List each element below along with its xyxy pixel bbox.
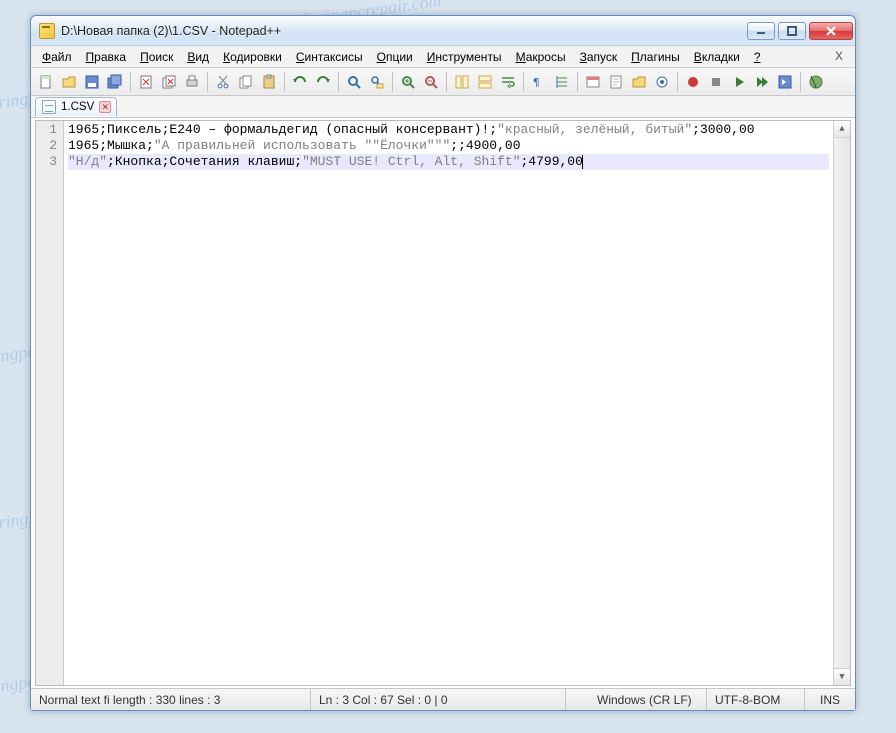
file-icon [42,100,56,114]
save-icon[interactable] [81,71,103,93]
undo-icon[interactable] [289,71,311,93]
menu-macro[interactable]: Макросы [509,46,573,67]
line-number: 2 [40,138,57,154]
show-all-chars-icon[interactable]: ¶ [528,71,550,93]
new-file-icon[interactable] [35,71,57,93]
line-gutter: 123 [36,121,64,685]
line-number: 1 [40,122,57,138]
paste-icon[interactable] [258,71,280,93]
close-button[interactable] [809,22,853,40]
toolbar-separator [677,72,678,92]
replace-icon[interactable] [366,71,388,93]
editor[interactable]: 123 1965;Пиксель;E240 – формальдегид (оп… [35,120,851,686]
scroll-up-icon[interactable]: ▲ [834,121,850,138]
app-window: D:\Новая папка (2)\1.CSV - Notepad++ Фай… [30,15,856,711]
text-cursor [582,155,583,169]
play-multi-icon[interactable] [751,71,773,93]
doc-map-icon[interactable] [605,71,627,93]
menu-plugins[interactable]: Плагины [624,46,687,67]
tab-1csv[interactable]: 1.CSV ✕ [35,97,117,117]
code-line[interactable]: "Н/д";Кнопка;Сочетания клавиш;"MUST USE!… [68,154,829,170]
toolbar-separator [523,72,524,92]
titlebar[interactable]: D:\Новая папка (2)\1.CSV - Notepad++ [31,16,855,46]
tabbar: 1.CSV ✕ [31,96,855,118]
toolbar-separator [338,72,339,92]
print-icon[interactable] [181,71,203,93]
toolbar-separator [284,72,285,92]
menu-view[interactable]: Вид [180,46,216,67]
copy-icon[interactable] [235,71,257,93]
toolbar-separator [800,72,801,92]
monitor-icon[interactable] [651,71,673,93]
menu-search[interactable]: Поиск [133,46,180,67]
play-macro-icon[interactable] [728,71,750,93]
minimize-button[interactable] [747,22,775,40]
find-icon[interactable] [343,71,365,93]
toolbar: ¶ [31,68,855,96]
menu-help[interactable]: ? [747,46,768,67]
window-title: D:\Новая папка (2)\1.CSV - Notepad++ [61,24,747,38]
menu-edit[interactable]: Правка [79,46,134,67]
status-mode[interactable]: INS [805,689,855,710]
record-macro-icon[interactable] [682,71,704,93]
menu-close-x[interactable]: X [827,46,851,67]
code-line[interactable]: 1965;Мышка;"А правильней использовать ""… [68,138,829,154]
menu-tools[interactable]: Инструменты [420,46,509,67]
statusbar: Normal text fi length : 330 lines : 3 Ln… [31,688,855,710]
toolbar-separator [446,72,447,92]
tab-close-icon[interactable]: ✕ [99,101,111,113]
line-number: 3 [40,154,57,170]
toolbar-separator [130,72,131,92]
svg-text:¶: ¶ [533,76,540,89]
app-icon [39,23,55,39]
redo-icon[interactable] [312,71,334,93]
sync-v-icon[interactable] [451,71,473,93]
wrap-icon[interactable] [497,71,519,93]
status-eol[interactable]: Windows (CR LF) [589,689,707,710]
sync-h-icon[interactable] [474,71,496,93]
toolbar-separator [207,72,208,92]
scroll-down-icon[interactable]: ▼ [834,668,850,685]
stop-macro-icon[interactable] [705,71,727,93]
zoom-out-icon[interactable] [420,71,442,93]
zoom-in-icon[interactable] [397,71,419,93]
status-encoding[interactable]: UTF-8-BOM [707,689,805,710]
toolbar-separator [392,72,393,92]
menu-language[interactable]: Синтаксисы [289,46,370,67]
cut-icon[interactable] [212,71,234,93]
close-icon[interactable] [135,71,157,93]
spellcheck-icon[interactable] [805,71,827,93]
toolbar-separator [577,72,578,92]
menu-encoding[interactable]: Кодировки [216,46,289,67]
save-macro-icon[interactable] [774,71,796,93]
open-file-icon[interactable] [58,71,80,93]
maximize-button[interactable] [778,22,806,40]
vertical-scrollbar[interactable]: ▲ ▼ [833,121,850,685]
folder-icon[interactable] [628,71,650,93]
save-all-icon[interactable] [104,71,126,93]
close-all-icon[interactable] [158,71,180,93]
menu-settings[interactable]: Опции [370,46,420,67]
indent-guide-icon[interactable] [551,71,573,93]
code-area[interactable]: 1965;Пиксель;E240 – формальдегид (опасны… [64,121,833,685]
status-filetype-length: Normal text fi length : 330 lines : 3 [31,689,311,710]
menu-file[interactable]: Файл [35,46,79,67]
menu-run[interactable]: Запуск [573,46,625,67]
tab-label: 1.CSV [61,101,94,113]
lang-pref-icon[interactable] [582,71,604,93]
menubar: Файл Правка Поиск Вид Кодировки Синтакси… [31,46,855,68]
status-position: Ln : 3 Col : 67 Sel : 0 | 0 [311,689,566,710]
code-line[interactable]: 1965;Пиксель;E240 – формальдегид (опасны… [68,122,829,138]
menu-window[interactable]: Вкладки [687,46,747,67]
